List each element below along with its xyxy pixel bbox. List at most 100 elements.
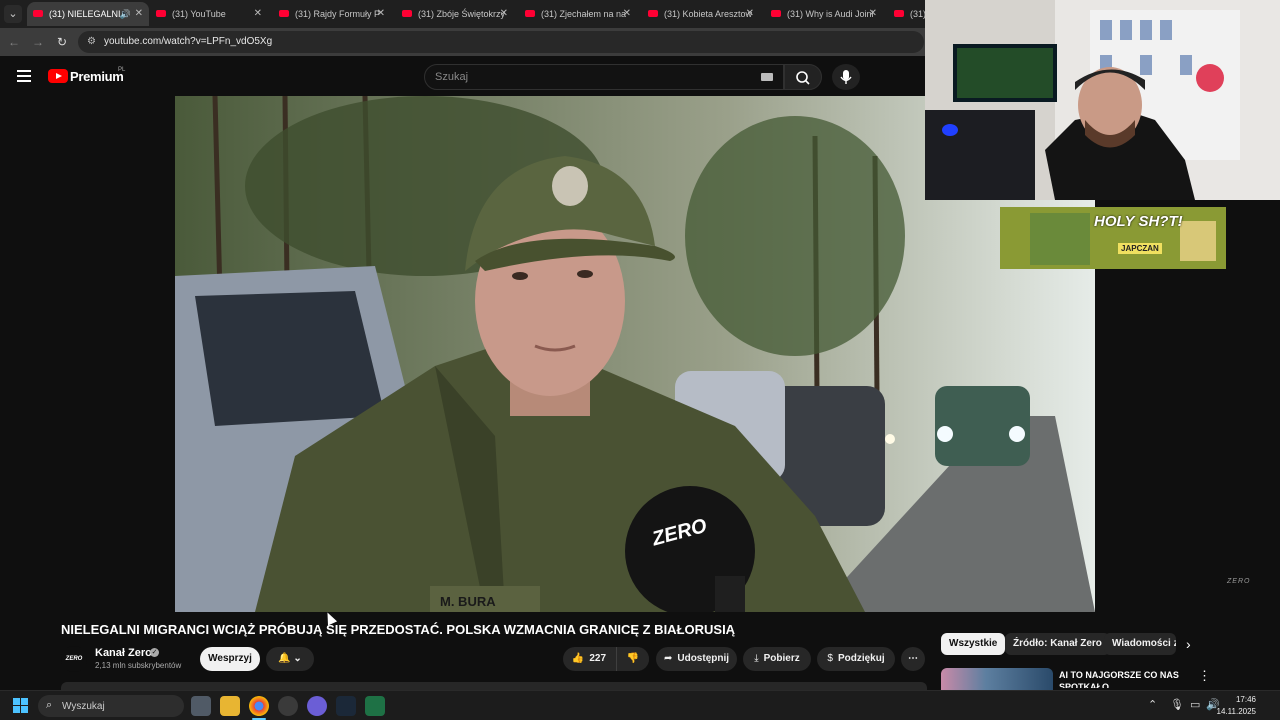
file-explorer-icon[interactable]: [220, 696, 240, 716]
site-info-icon[interactable]: ⚙: [87, 36, 99, 48]
youtube-header: Premium PL Szukaj: [0, 56, 925, 96]
search-input[interactable]: Szukaj: [424, 64, 784, 90]
system-clock[interactable]: 17:46 14.11.2025: [1217, 694, 1256, 718]
video-title: NIELEGALNI MIGRANCI WCIĄŻ PRÓBUJĄ SIĘ PR…: [61, 622, 736, 637]
search-button[interactable]: [784, 64, 822, 90]
keyboard-icon[interactable]: [761, 73, 773, 81]
windows-start-icon[interactable]: [13, 698, 29, 714]
youtube-favicon-icon: [156, 10, 166, 17]
task-view-icon[interactable]: [191, 696, 211, 716]
recommendation-title[interactable]: AI TO NAJGORSZE CO NAS SPOTKAŁO: [1059, 669, 1184, 688]
thumbs-down-icon: 👎: [626, 653, 640, 664]
reload-icon[interactable]: ↻: [54, 34, 70, 50]
excel-icon[interactable]: [365, 696, 385, 716]
close-icon[interactable]: ✕: [254, 2, 262, 26]
chip-news[interactable]: Wiadomości z: [1104, 633, 1176, 655]
youtube-favicon-icon: [33, 10, 43, 17]
youtube-favicon-icon: [279, 10, 289, 17]
search-icon: [796, 71, 810, 85]
taskbar-search[interactable]: ⌕ Wyszukaj: [38, 695, 184, 717]
description-box[interactable]: [61, 682, 927, 690]
back-arrow-icon[interactable]: ←: [6, 34, 22, 50]
chevron-down-icon: ⌄: [293, 653, 302, 664]
steam-icon[interactable]: [336, 696, 356, 716]
like-count: 227: [589, 653, 607, 664]
more-vert-icon[interactable]: ⋮: [1198, 668, 1211, 684]
recommendation-thumbnail[interactable]: [941, 668, 1053, 692]
youtube-premium-logo-text[interactable]: Premium: [70, 69, 124, 84]
youtube-favicon-icon: [648, 10, 658, 17]
download-button[interactable]: ⤓ Pobierz: [743, 647, 811, 671]
browser-tab[interactable]: (31) Zbóje Świętokrzy ✕: [396, 2, 514, 26]
voice-search-button[interactable]: [832, 64, 860, 90]
browser-tab[interactable]: (31) Rajdy Formuły P ✕: [273, 2, 391, 26]
channel-avatar[interactable]: ZERO: [61, 646, 87, 672]
bell-icon: 🔔: [278, 653, 291, 664]
youtube-favicon-icon: [894, 10, 904, 17]
youtube-favicon-icon: [525, 10, 535, 17]
share-label: Udostępnij: [677, 653, 730, 664]
browser-tab-active[interactable]: (31) NIELEGALNI 🔊 ✕: [27, 2, 149, 26]
close-icon[interactable]: ✕: [135, 2, 143, 26]
promo-title: HOLY SH?T!: [1094, 213, 1183, 230]
clock-time: 17:46: [1235, 695, 1256, 704]
network-icon[interactable]: ▭: [1190, 698, 1200, 711]
browser-tab[interactable]: (31) Zjechałem na na ✕: [519, 2, 637, 26]
close-icon[interactable]: ✕: [377, 2, 385, 26]
tab-label: (31) Kobieta Aresztow: [664, 9, 753, 19]
browser-tab[interactable]: (31) YouTube ✕: [150, 2, 268, 26]
thanks-icon: $: [827, 653, 833, 664]
url-field[interactable]: ⚙ youtube.com/watch?v=LPFn_vdO5Xg: [78, 31, 924, 53]
region-code: PL: [118, 67, 126, 73]
menu-icon[interactable]: [17, 70, 31, 82]
search-icon: ⌕: [46, 699, 53, 711]
close-icon[interactable]: ✕: [746, 2, 754, 26]
webcam-overlay: [925, 0, 1280, 200]
more-icon: ⋯: [908, 653, 918, 664]
webcam-feed: [925, 0, 1280, 200]
dislike-button[interactable]: 👎: [616, 647, 649, 671]
join-button[interactable]: Wesprzyj: [200, 647, 260, 671]
share-icon: ➦: [663, 653, 673, 664]
chip-all[interactable]: Wszystkie: [941, 633, 1006, 655]
tab-label: (31) NIELEGALNI: [49, 9, 121, 19]
browser-tab[interactable]: (31): [888, 2, 928, 26]
app-icon[interactable]: [278, 696, 298, 716]
browser-tab[interactable]: (31) Why is Audi Joini ✕: [765, 2, 883, 26]
tab-label: (31) Why is Audi Joini: [787, 9, 874, 19]
clock-date: 14.11.2025: [1216, 707, 1256, 716]
download-icon: ⤓: [754, 653, 759, 664]
close-icon[interactable]: ✕: [869, 2, 877, 26]
chevron-up-icon[interactable]: ⌃: [1148, 698, 1157, 711]
more-actions-button[interactable]: ⋯: [901, 647, 925, 671]
windows-taskbar: ⌕ Wyszukaj ⌃ 🎙 ▭ 🔊 17:46 14.11.2025: [0, 690, 1280, 720]
microphone-icon: [840, 70, 852, 84]
verified-icon: ✓: [150, 648, 159, 657]
taskbar-search-label: Wyszukaj: [62, 701, 105, 712]
thanks-label: Podziękuj: [837, 653, 885, 664]
search-placeholder: Szukaj: [435, 71, 469, 83]
subscribe-bell-button[interactable]: 🔔 ⌄: [266, 647, 314, 671]
close-icon[interactable]: ✕: [623, 2, 631, 26]
chip-source[interactable]: Źródło: Kanał Zero: [1005, 633, 1110, 655]
forward-arrow-icon[interactable]: →: [30, 34, 46, 50]
promo-banner: HOLY SH?T! JAPCZAN: [1000, 207, 1226, 269]
speaker-icon[interactable]: 🔊: [120, 2, 131, 26]
thanks-button[interactable]: $ Podziękuj: [817, 647, 895, 671]
tab-label: (31) Zbóje Świętokrzy: [418, 9, 506, 19]
tab-search-button[interactable]: ⌄: [4, 5, 22, 23]
youtube-logo-icon[interactable]: [48, 69, 68, 83]
microphone-icon[interactable]: 🎙: [1170, 698, 1184, 711]
discord-icon[interactable]: [307, 696, 327, 716]
channel-name[interactable]: Kanał Zero: [95, 647, 152, 659]
browser-tab[interactable]: (31) Kobieta Aresztow ✕: [642, 2, 760, 26]
chrome-icon[interactable]: [249, 696, 269, 716]
youtube-favicon-icon: [402, 10, 412, 17]
chevron-right-icon[interactable]: ›: [1186, 636, 1191, 652]
channel-watermark: ZERO: [1227, 578, 1251, 585]
close-icon[interactable]: ✕: [500, 2, 508, 26]
tab-label: (31) Rajdy Formuły P: [295, 9, 381, 19]
name-tag: M. BURA: [440, 594, 496, 609]
tab-label: (31): [910, 9, 927, 19]
share-button[interactable]: ➦ Udostępnij: [656, 647, 737, 671]
